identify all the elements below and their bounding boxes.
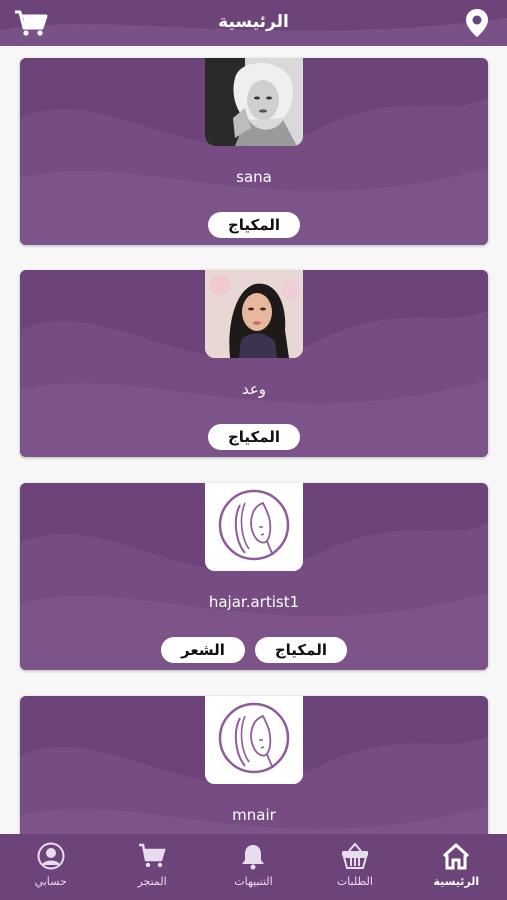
nav-item-store[interactable]: المتجر <box>101 834 202 900</box>
nav-item-orders[interactable]: الطلبات <box>304 834 405 900</box>
artist-name: hajar.artist1 <box>208 593 300 611</box>
artist-logo[interactable] <box>205 696 303 784</box>
nav-item-home[interactable]: الرئيسية <box>406 834 507 900</box>
cart-icon <box>139 843 166 868</box>
woman-face-logo-icon <box>205 483 303 571</box>
artist-name: وعد <box>241 380 267 398</box>
woman-face-logo-icon <box>205 696 303 784</box>
artist-logo[interactable] <box>205 483 303 571</box>
home-icon <box>443 843 470 870</box>
nav-item-notifications[interactable]: التنبيهات <box>203 834 304 900</box>
service-tag-makeup[interactable]: المكياج <box>254 637 347 663</box>
bell-icon <box>242 845 265 870</box>
service-tags: المكياج <box>20 424 488 450</box>
service-tag-hair[interactable]: الشعر <box>161 637 245 663</box>
portrait-photo-color <box>205 270 303 358</box>
artist-card[interactable]: sana المكياج <box>20 58 488 245</box>
location-pin-icon[interactable] <box>465 8 489 38</box>
nav-item-label: المتجر <box>137 875 167 888</box>
portrait-photo-grayscale <box>205 58 303 146</box>
service-tag-makeup[interactable]: المكياج <box>207 424 301 450</box>
bottom-nav: الرئيسية الطلبات التنبيهات المتجر حسابي <box>0 834 507 900</box>
nav-item-label: التنبيهات <box>234 875 273 888</box>
nav-item-label: حسابي <box>34 875 67 888</box>
app-header: الرئيسية <box>0 0 507 46</box>
nav-item-account[interactable]: حسابي <box>0 834 101 900</box>
artist-card[interactable]: وعد المكياج <box>20 270 488 457</box>
artist-name: mnair <box>232 806 276 824</box>
nav-item-label: الطلبات <box>336 875 373 888</box>
page-title: الرئيسية <box>218 12 289 32</box>
artist-card[interactable]: hajar.artist1 المكياج الشعر <box>20 483 488 670</box>
service-tags: المكياج <box>20 212 488 238</box>
artist-name: sana <box>236 168 272 186</box>
basket-icon <box>341 842 368 869</box>
artist-list[interactable]: sana المكياج وعد المكياج hajar.artist1 ا… <box>0 46 507 834</box>
user-icon <box>37 842 65 870</box>
artist-photo[interactable] <box>205 270 303 358</box>
service-tags: المكياج الشعر <box>20 637 488 663</box>
artist-card[interactable]: mnair <box>20 696 488 834</box>
nav-item-label: الرئيسية <box>433 875 480 888</box>
service-tag-makeup[interactable]: المكياج <box>207 212 301 238</box>
artist-photo[interactable] <box>205 58 303 146</box>
